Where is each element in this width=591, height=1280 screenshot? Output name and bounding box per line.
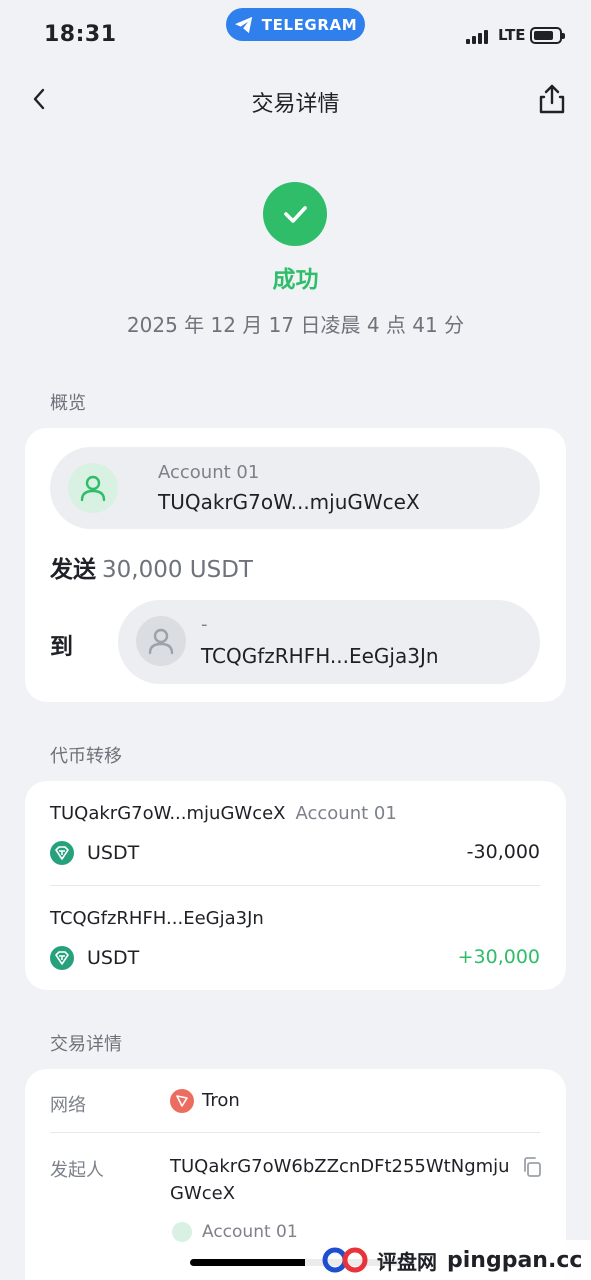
token-transfer-section-label: 代币转移 (50, 746, 122, 767)
tron-icon (170, 1089, 194, 1113)
list-item[interactable]: TCQGfzRHFH...EeGja3Jn (50, 908, 264, 929)
send-amount: 30,000 USDT (102, 557, 253, 583)
initiator-account: Account 01 (202, 1222, 298, 1242)
status-bar: 18:31 TELEGRAM LTE (0, 0, 591, 70)
user-icon (148, 628, 174, 655)
details-section-label: 交易详情 (50, 1034, 122, 1055)
token-symbol: USDT (87, 947, 140, 969)
transfer-to-address: TCQGfzRHFH...EeGja3Jn (50, 908, 264, 929)
network-value: Tron (202, 1090, 240, 1111)
overview-card: Account 01 TUQakrG7oW...mjuGWceX 发送 30,00… (25, 428, 566, 702)
initiator-address-line1: TUQakrG7oW6bZZcnDFt255WtNgmju (170, 1156, 510, 1177)
initiator-address-line2: GWceX (170, 1183, 236, 1204)
send-label: 发送 (50, 557, 96, 583)
to-account-pill[interactable]: - TCQGfzRHFH...EeGja3Jn (118, 600, 540, 684)
token-row: USDT +30,000 (50, 946, 540, 972)
check-icon (284, 206, 307, 223)
watermark-cn-text: 评盘网 (377, 1249, 437, 1274)
page-title: 交易详情 (251, 92, 340, 117)
send-row: 发送 30,000 USDT (50, 550, 253, 584)
overview-section-label: 概览 (50, 393, 86, 414)
battery-icon (530, 27, 565, 44)
from-account-pill[interactable]: Account 01 TUQakrG7oW...mjuGWceX (50, 447, 540, 529)
list-item[interactable]: TUQakrG7oW...mjuGWceX Account 01 (50, 803, 397, 824)
initiator-label: 发起人 (50, 1160, 104, 1181)
transfer-account-tag: Account 01 (295, 803, 397, 824)
to-account-address: TCQGfzRHFH...EeGja3Jn (201, 644, 439, 668)
divider (50, 1132, 540, 1133)
avatar (172, 1222, 192, 1242)
network-type: LTE (498, 26, 526, 44)
from-account-name: Account 01 (158, 462, 260, 483)
watermark-logo-icon (322, 1247, 368, 1273)
transfer-from-address: TUQakrG7oW...mjuGWceX (50, 803, 286, 824)
network-label: 网络 (50, 1095, 86, 1116)
avatar (68, 463, 118, 513)
success-badge (263, 182, 327, 246)
token-symbol: USDT (87, 842, 140, 864)
transaction-datetime: 2025 年 12 月 17 日凌晨 4 点 41 分 (126, 313, 465, 337)
telegram-return-pill[interactable]: TELEGRAM (226, 8, 365, 41)
to-account-name: - (201, 614, 208, 635)
to-label: 到 (50, 634, 73, 660)
token-amount: -30,000 (466, 841, 540, 863)
watermark: 评盘网 pingpan.cc (305, 1240, 591, 1280)
token-amount: +30,000 (457, 946, 540, 968)
share-icon[interactable] (536, 82, 568, 116)
usdt-icon (50, 946, 74, 970)
token-transfer-card: TUQakrG7oW...mjuGWceX Account 01 USDT -30… (25, 781, 566, 990)
status-time: 18:31 (44, 22, 117, 47)
copy-icon[interactable] (521, 1156, 543, 1178)
signal-icon (466, 30, 488, 44)
token-row: USDT -30,000 (50, 841, 540, 867)
usdt-icon (50, 841, 74, 865)
telegram-label: TELEGRAM (261, 15, 358, 34)
user-icon (80, 475, 106, 502)
telegram-icon (234, 16, 252, 33)
status-text: 成功 (272, 267, 319, 293)
avatar (136, 616, 186, 666)
divider (50, 885, 540, 886)
watermark-en-text: pingpan.cc (447, 1247, 583, 1273)
from-account-address: TUQakrG7oW...mjuGWceX (158, 490, 420, 514)
